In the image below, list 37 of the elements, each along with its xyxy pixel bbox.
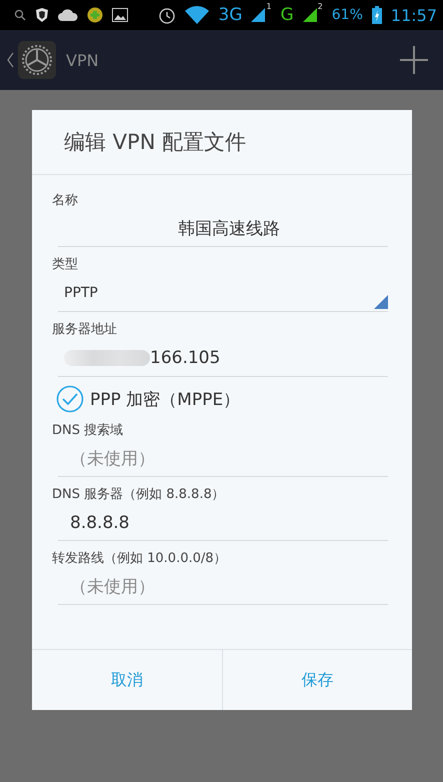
checkbox[interactable] bbox=[56, 385, 84, 413]
dropdown-corner-icon bbox=[374, 295, 388, 309]
network-type: G bbox=[280, 5, 294, 25]
battery-percent: 61% bbox=[332, 7, 363, 23]
cloud-icon bbox=[58, 9, 78, 21]
field-label: 名称 bbox=[52, 192, 78, 210]
shield-icon bbox=[35, 7, 49, 23]
alarm-clock-icon bbox=[158, 6, 176, 24]
type-dropdown[interactable]: PPTP bbox=[58, 275, 388, 312]
field-label: 类型 bbox=[52, 256, 78, 274]
signal-icon bbox=[302, 8, 317, 22]
plus-circle-icon bbox=[87, 7, 103, 23]
wifi-icon bbox=[185, 6, 210, 24]
search-icon bbox=[14, 9, 26, 21]
dialog-title: 编辑 VPN 配置文件 bbox=[32, 110, 412, 175]
input-field[interactable]: （未使用） bbox=[58, 569, 388, 605]
screen-title: VPN bbox=[66, 50, 99, 70]
add-icon[interactable] bbox=[399, 45, 429, 75]
input-field[interactable]: （未使用） bbox=[58, 441, 388, 477]
input-field[interactable]: 166.105 bbox=[58, 340, 388, 377]
field-label: DNS 服务器（例如 8.8.8.8） bbox=[52, 486, 225, 504]
back-icon[interactable] bbox=[6, 52, 14, 68]
gear-icon bbox=[18, 41, 56, 79]
sim-index: 1 bbox=[266, 2, 272, 11]
field-label: DNS 搜索域 bbox=[52, 422, 124, 440]
field-label: 服务器地址 bbox=[52, 321, 117, 339]
image-icon bbox=[112, 8, 128, 22]
input-field[interactable]: 8.8.8.8 bbox=[58, 505, 388, 541]
field-label: 转发路线（例如 10.0.0.0/8） bbox=[52, 550, 227, 568]
field-value: 166.105 bbox=[150, 348, 220, 368]
clock-time: 11:57 bbox=[390, 6, 437, 24]
sim-index: 2 bbox=[318, 2, 323, 11]
signal-icon bbox=[251, 8, 266, 22]
checkbox-label: PPP 加密（MPPE） bbox=[90, 388, 240, 410]
network-type: 3G bbox=[218, 5, 242, 25]
battery-charging-icon bbox=[372, 6, 382, 24]
input-field[interactable]: 韩国高速线路 bbox=[58, 211, 388, 247]
